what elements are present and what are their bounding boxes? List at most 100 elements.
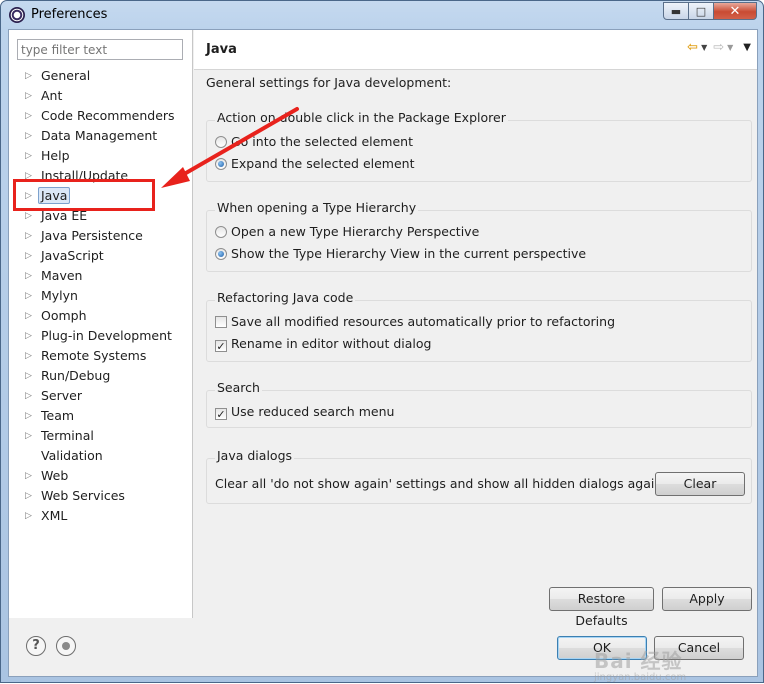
view-menu-icon[interactable]: ▼ [743, 42, 751, 53]
expand-arrow-icon[interactable]: ▷ [25, 66, 35, 86]
dialogs-description: Clear all 'do not show again' settings a… [215, 476, 663, 491]
close-button[interactable]: ✕ [713, 2, 757, 20]
sidebar-item[interactable]: ▷ Web [9, 466, 193, 486]
radio-expand[interactable]: Expand the selected element [215, 155, 415, 173]
option-label: Rename in editor without dialog [231, 336, 432, 351]
sidebar-item[interactable]: ▷ Ant [9, 86, 193, 106]
expand-arrow-icon[interactable]: ▷ [25, 426, 35, 446]
radio-go-into[interactable]: Go into the selected element [215, 133, 413, 151]
expand-arrow-icon[interactable]: ▷ [25, 406, 35, 426]
sidebar-item[interactable]: ▷ Plug-in Development [9, 326, 193, 346]
apply-button[interactable]: Apply [662, 587, 752, 611]
expand-arrow-icon[interactable]: ▷ [25, 386, 35, 406]
sidebar-item-label: Mylyn [41, 288, 78, 303]
restore-defaults-button[interactable]: Restore Defaults [549, 587, 654, 628]
sidebar-item[interactable]: ▷ Web Services [9, 486, 193, 506]
back-arrow-icon[interactable]: ⇦ [687, 40, 698, 55]
radio-show-view[interactable]: Show the Type Hierarchy View in the curr… [215, 245, 586, 263]
sidebar-item-label: Oomph [41, 308, 87, 323]
expand-arrow-icon[interactable]: ▷ [25, 286, 35, 306]
expand-arrow-icon[interactable]: ▷ [25, 106, 35, 126]
group-title: Search [215, 379, 262, 397]
sidebar-item-label: Team [41, 408, 75, 423]
expand-arrow-icon[interactable]: ▷ [25, 246, 35, 266]
preference-page: Java ⇦ ▼ ⇨ ▼ ▼ General settings for Java… [194, 30, 757, 628]
forward-dropdown-icon[interactable]: ▼ [727, 43, 733, 52]
group-title: Java dialogs [215, 447, 295, 465]
window-controls: ▬ □ ✕ [663, 2, 757, 20]
sidebar-item[interactable]: ▷ JavaScript [9, 246, 193, 266]
sidebar-item[interactable]: ▷ General [9, 66, 193, 86]
eclipse-icon [9, 7, 25, 23]
record-macro-icon[interactable] [56, 636, 76, 656]
sidebar-item[interactable]: ▷ Terminal [9, 426, 193, 446]
sidebar-item[interactable]: ▷ Oomph [9, 306, 193, 326]
sidebar-item[interactable]: ▷ Remote Systems [9, 346, 193, 366]
expand-arrow-icon[interactable]: ▷ [25, 506, 35, 526]
sidebar-item[interactable]: Validation [9, 446, 193, 466]
minimize-button[interactable]: ▬ [663, 2, 689, 20]
option-label: Use reduced search menu [231, 404, 395, 419]
radio-button[interactable] [215, 136, 227, 148]
sidebar-item-label: Terminal [41, 428, 94, 443]
help-icon[interactable]: ? [26, 636, 46, 656]
checkbox[interactable]: ✓ [215, 408, 227, 420]
title-bar[interactable]: Preferences ▬ □ ✕ [1, 1, 763, 29]
watermark-main: Bai 经验 [594, 649, 683, 673]
option-label: Expand the selected element [231, 156, 415, 171]
checkbox-save-resources[interactable]: Save all modified resources automaticall… [215, 313, 615, 331]
sidebar-item[interactable]: ▷ Java Persistence [9, 226, 193, 246]
back-dropdown-icon[interactable]: ▼ [701, 43, 707, 52]
expand-arrow-icon[interactable]: ▷ [25, 326, 35, 346]
sidebar-item-label: Validation [41, 448, 103, 463]
checkbox[interactable]: ✓ [215, 340, 227, 352]
expand-arrow-icon[interactable]: ▷ [25, 346, 35, 366]
radio-button[interactable] [215, 158, 227, 170]
dialog-body: ▷ General ▷ Ant ▷ Code Recommenders ▷ Data Mana… [8, 29, 758, 683]
sidebar-item[interactable]: ▷ Maven [9, 266, 193, 286]
checkbox-reduced-search[interactable]: ✓ Use reduced search menu [215, 403, 394, 421]
expand-arrow-icon[interactable]: ▷ [25, 126, 35, 146]
group-title: Action on double click in the Package Ex… [215, 109, 508, 127]
checkbox-rename-in-editor[interactable]: ✓ Rename in editor without dialog [215, 335, 431, 353]
type-hierarchy-group: When opening a Type Hierarchy Open a new… [206, 199, 752, 272]
sidebar-item-label: XML [41, 508, 68, 523]
sidebar-item[interactable]: ▷ Run/Debug [9, 366, 193, 386]
filter-input[interactable] [17, 39, 183, 60]
sidebar-item[interactable]: ▷ Data Management [9, 126, 193, 146]
expand-arrow-icon[interactable]: ▷ [25, 486, 35, 506]
sidebar-item-label: Java Persistence [41, 228, 143, 243]
expand-arrow-icon[interactable]: ▷ [25, 306, 35, 326]
sidebar-item[interactable]: ▷ Help [9, 146, 193, 166]
double-click-group: Action on double click in the Package Ex… [206, 109, 752, 182]
sidebar-item-label: General [41, 68, 91, 83]
sidebar-item[interactable]: ▷ Mylyn [9, 286, 193, 306]
forward-arrow-icon[interactable]: ⇨ [713, 40, 724, 55]
sidebar-item[interactable]: ▷ Team [9, 406, 193, 426]
expand-arrow-icon[interactable]: ▷ [25, 146, 35, 166]
page-navigation: ⇦ ▼ ⇨ ▼ ▼ [681, 40, 751, 55]
radio-button[interactable] [215, 248, 227, 260]
expand-arrow-icon[interactable]: ▷ [25, 466, 35, 486]
expand-arrow-icon[interactable]: ▷ [25, 266, 35, 286]
clear-button[interactable]: Clear [655, 472, 745, 496]
sidebar-item[interactable]: ▷ Code Recommenders [9, 106, 193, 126]
search-group: Search ✓ Use reduced search menu [206, 379, 752, 428]
radio-new-perspective[interactable]: Open a new Type Hierarchy Perspective [215, 223, 479, 241]
option-label: Open a new Type Hierarchy Perspective [231, 224, 480, 239]
checkbox[interactable] [215, 316, 227, 328]
sidebar-item-label: Ant [41, 88, 63, 103]
option-label: Save all modified resources automaticall… [231, 314, 616, 329]
sidebar-item[interactable]: ▷ XML [9, 506, 193, 526]
expand-arrow-icon[interactable]: ▷ [25, 226, 35, 246]
radio-button[interactable] [215, 226, 227, 238]
expand-arrow-icon[interactable]: ▷ [25, 86, 35, 106]
sidebar-item[interactable]: ▷ Server [9, 386, 193, 406]
watermark: Bai 经验 jingyan.baidu.com [594, 645, 686, 683]
option-label: Go into the selected element [231, 134, 413, 149]
java-dialogs-group: Java dialogs Clear all 'do not show agai… [206, 447, 752, 504]
group-title: Refactoring Java code [215, 289, 356, 307]
maximize-button[interactable]: □ [688, 2, 714, 20]
sidebar-item-label: JavaScript [41, 248, 104, 263]
expand-arrow-icon[interactable]: ▷ [25, 366, 35, 386]
